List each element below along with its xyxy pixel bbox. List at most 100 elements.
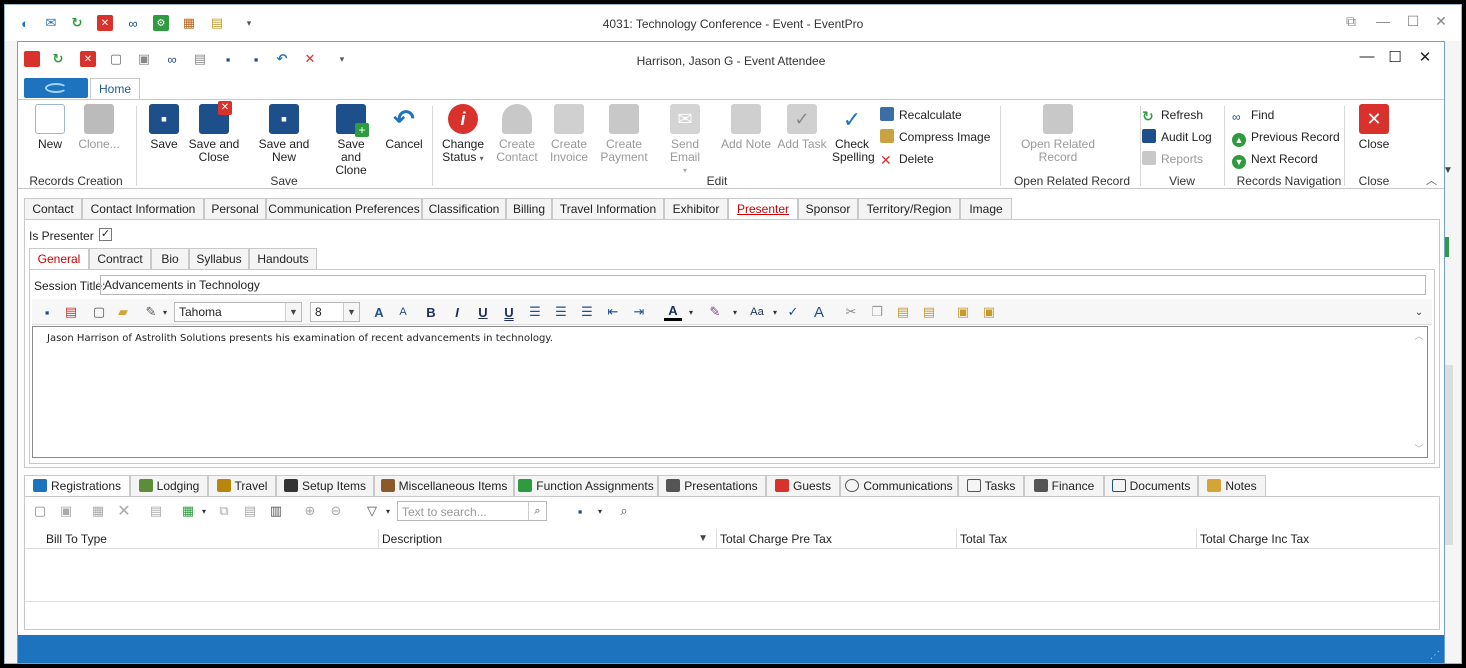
chevron-down-icon[interactable]: ▾ <box>726 303 744 321</box>
recalculate-button[interactable]: Recalculate <box>880 106 962 124</box>
tab-finance[interactable]: Finance <box>1024 475 1104 497</box>
open-related-record-button[interactable]: Open Related Record <box>1018 104 1098 164</box>
save-and-new-button[interactable]: ▪ Save and New <box>246 104 322 164</box>
open-folder-icon[interactable]: ▰ <box>114 303 132 321</box>
numbered-list-icon[interactable]: ☰ <box>552 303 570 321</box>
move-down-icon[interactable]: ⊖ <box>327 502 345 520</box>
is-presenter-checkbox[interactable]: ✓ <box>99 228 112 241</box>
tab-lodging[interactable]: Lodging <box>130 475 208 497</box>
compress-image-button[interactable]: Compress Image <box>880 128 990 146</box>
font-color-icon[interactable]: A <box>664 303 682 321</box>
maximize-button[interactable]: ☐ <box>1382 48 1408 72</box>
scroll-up-icon[interactable]: ︿ <box>1413 329 1425 342</box>
edit-grid-icon[interactable]: ▦ <box>89 502 107 520</box>
collapse-ribbon-icon[interactable]: ︿ <box>1426 172 1437 188</box>
column-header-total-charge-inc-tax[interactable]: Total Charge Inc Tax <box>1197 529 1439 549</box>
tab-communications[interactable]: Communications <box>840 475 958 497</box>
font-dialog-icon[interactable]: A <box>810 303 828 321</box>
delete-icon[interactable]: ✕ <box>115 502 133 520</box>
insert-merge-icon[interactable]: ▣ <box>980 303 998 321</box>
save-button[interactable]: ▪ Save <box>144 104 184 151</box>
save-and-close-button[interactable]: ✕ Save and Close <box>188 101 240 164</box>
column-header-total-tax[interactable]: Total Tax <box>957 529 1197 549</box>
send-email-button[interactable]: ✉ Send Email ▾ <box>656 104 714 177</box>
create-payment-button[interactable]: Create Payment <box>598 104 650 164</box>
chevron-down-icon[interactable]: ▾ <box>682 303 700 321</box>
increase-indent-icon[interactable]: ⇥ <box>630 303 648 321</box>
copy-icon[interactable]: ❐ <box>868 303 886 321</box>
reports-button[interactable]: Reports <box>1142 150 1203 168</box>
tab-contract[interactable]: Contract <box>89 248 151 270</box>
pdf-icon[interactable]: ▤ <box>62 303 80 321</box>
italic-icon[interactable]: I <box>448 303 466 321</box>
refresh-button[interactable]: ↻ Refresh <box>1142 106 1203 124</box>
save-icon[interactable]: ▪ <box>38 303 56 321</box>
font-size-select[interactable]: 8 ▼ <box>310 302 360 322</box>
add-task-button[interactable]: ✓ Add Task <box>776 104 828 151</box>
check-spelling-button[interactable]: ✓ Check Spelling <box>832 104 875 164</box>
tab-general[interactable]: General <box>29 248 89 270</box>
tab-exhibitor[interactable]: Exhibitor <box>664 198 728 220</box>
new-document-icon[interactable]: ▢ <box>31 502 49 520</box>
chevron-down-icon[interactable]: ▾ <box>156 303 174 321</box>
tab-billing[interactable]: Billing <box>506 198 552 220</box>
cut-icon[interactable]: ✂ <box>842 303 860 321</box>
tab-contact[interactable]: Contact <box>24 198 82 220</box>
tab-setup-items[interactable]: Setup Items <box>276 475 374 497</box>
decrease-indent-icon[interactable]: ⇤ <box>604 303 622 321</box>
insert-field-icon[interactable]: ▣ <box>954 303 972 321</box>
tab-image[interactable]: Image <box>960 198 1012 220</box>
chevron-down-icon[interactable]: ▾ <box>591 502 609 520</box>
paste-icon[interactable]: ▤ <box>894 303 912 321</box>
clone-button[interactable]: Clone... <box>76 104 122 151</box>
tab-registrations[interactable]: Registrations <box>24 475 130 497</box>
previous-record-button[interactable]: ▲ Previous Record <box>1232 128 1340 147</box>
audit-log-button[interactable]: Audit Log <box>1142 128 1212 146</box>
new-document-icon[interactable]: ▢ <box>90 303 108 321</box>
change-case-icon[interactable]: Aa <box>748 303 766 321</box>
tab-presentations[interactable]: Presentations <box>658 475 766 497</box>
chevron-down-icon[interactable]: ▾ <box>195 502 213 520</box>
find-button[interactable]: ∞ Find <box>1232 106 1274 124</box>
toolbar-overflow-icon[interactable]: ⌄ <box>1410 303 1428 321</box>
column-header-description[interactable]: Description ▼ <box>379 529 717 549</box>
minimize-button[interactable]: — <box>1371 13 1395 33</box>
tab-documents[interactable]: Documents <box>1104 475 1198 497</box>
cancel-button[interactable]: ↶ Cancel <box>382 104 426 151</box>
editor-content[interactable]: Jason Harrison of Astrolith Solutions pr… <box>32 326 1428 458</box>
tab-syllabus[interactable]: Syllabus <box>189 248 249 270</box>
restore-window-icon[interactable]: ⧉ <box>1339 13 1363 33</box>
minimize-button[interactable]: — <box>1354 48 1380 72</box>
tab-personal[interactable]: Personal <box>204 198 266 220</box>
tab-travel[interactable]: Travel <box>208 475 276 497</box>
tab-communication-preferences[interactable]: Communication Preferences <box>266 198 422 220</box>
grid-search-input[interactable]: Text to search... ⌕ <box>397 501 547 521</box>
bold-icon[interactable]: B <box>422 303 440 321</box>
tab-notes[interactable]: Notes <box>1198 475 1266 497</box>
tab-sponsor[interactable]: Sponsor <box>798 198 858 220</box>
tab-function-assignments[interactable]: Function Assignments <box>514 475 658 497</box>
change-status-button[interactable]: i Change Status ▾ <box>438 104 488 165</box>
column-header-bill-to-type[interactable]: Bill To Type <box>43 529 379 549</box>
bullet-list-icon[interactable]: ☰ <box>526 303 544 321</box>
application-menu-button[interactable] <box>24 78 88 98</box>
tab-handouts[interactable]: Handouts <box>249 248 317 270</box>
delete-button[interactable]: ✕ Delete <box>880 150 934 168</box>
tab-classification[interactable]: Classification <box>422 198 506 220</box>
chevron-down-icon[interactable]: ▾ <box>379 502 397 520</box>
layout-save-icon[interactable]: ▪ <box>571 502 589 520</box>
close-button[interactable]: ✕ <box>1412 48 1438 72</box>
paste-special-icon[interactable]: ▤ <box>920 303 938 321</box>
maximize-button[interactable]: ☐ <box>1401 13 1425 33</box>
double-underline-icon[interactable]: U <box>500 303 518 321</box>
chevron-down-icon[interactable]: ▾ <box>766 303 784 321</box>
search-icon[interactable]: ⌕ <box>528 502 546 520</box>
underline-icon[interactable]: U <box>474 303 492 321</box>
new-button[interactable]: New <box>32 104 68 151</box>
tab-territory-region[interactable]: Territory/Region <box>858 198 960 220</box>
save-and-clone-button[interactable]: + Save and Clone <box>328 104 374 177</box>
grow-font-icon[interactable]: A <box>370 303 388 321</box>
tab-bio[interactable]: Bio <box>151 248 189 270</box>
scroll-down-icon[interactable]: ﹀ <box>1413 442 1425 455</box>
editor-scrollbar[interactable]: ︿ ﹀ <box>1413 329 1425 455</box>
